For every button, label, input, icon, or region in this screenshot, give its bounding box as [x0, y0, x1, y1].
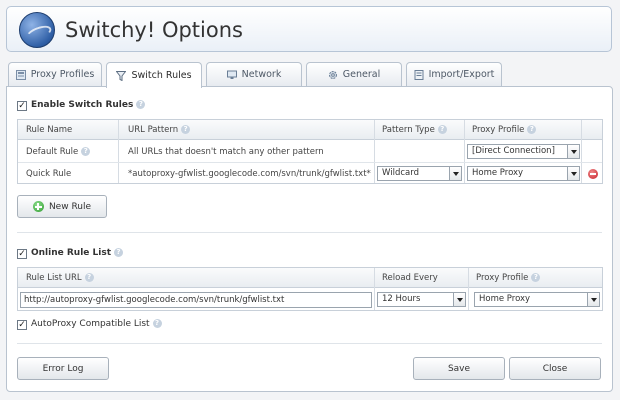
- column-header-rule-list-url: Rule List URL?: [26, 273, 94, 283]
- quick-rule-pattern-type-select[interactable]: Wildcard: [377, 166, 462, 181]
- rule-name-default: Default Rule?: [26, 147, 91, 157]
- tab-label: Switch Rules: [131, 70, 192, 81]
- chevron-down-icon: [567, 145, 579, 158]
- help-icon[interactable]: ?: [527, 125, 537, 134]
- switch-rules-table: Rule Name URL Pattern? Pattern Type? Pro…: [17, 119, 603, 184]
- autoproxy-compatible-checkbox[interactable]: ✓: [17, 320, 27, 330]
- column-header-proxy-profile: Proxy Profile?: [476, 273, 541, 283]
- column-header-text: Rule List URL: [26, 273, 82, 283]
- quick-rule-profile-select[interactable]: Home Proxy: [467, 166, 580, 181]
- help-icon[interactable]: ?: [437, 125, 447, 134]
- divider: [17, 232, 602, 233]
- column-header-pattern-type: Pattern Type?: [382, 125, 447, 135]
- tab-switch-rules[interactable]: Switch Rules: [106, 62, 202, 88]
- online-list-profile-select[interactable]: Home Proxy: [474, 292, 600, 307]
- tab-import-export[interactable]: Import/Export: [406, 62, 502, 86]
- enable-switch-rules-label: Enable Switch Rules?: [31, 100, 146, 110]
- column-header-text: Proxy Profile: [472, 125, 525, 135]
- add-icon: [32, 201, 44, 212]
- delete-rule-icon[interactable]: [588, 169, 598, 179]
- tab-proxy-profiles[interactable]: Proxy Profiles: [8, 62, 102, 86]
- save-button[interactable]: Save: [413, 357, 505, 380]
- help-icon[interactable]: ?: [531, 273, 541, 282]
- autoproxy-compatible-label: AutoProxy Compatible List?: [31, 319, 162, 329]
- app-header: Switchy! Options: [6, 6, 612, 52]
- rule-pattern-default: All URLs that doesn't match any other pa…: [128, 147, 324, 157]
- column-header-text: Pattern Type: [382, 125, 435, 135]
- online-rule-list-checkbox[interactable]: ✓: [17, 249, 27, 259]
- column-header-rule-name: Rule Name: [26, 125, 73, 135]
- online-rule-list-text: Online Rule List: [31, 248, 112, 258]
- app-title: Switchy! Options: [65, 18, 243, 42]
- import-export-icon: [414, 69, 424, 80]
- chevron-down-icon: [587, 293, 599, 306]
- tab-label: General: [342, 69, 381, 80]
- funnel-icon: [115, 70, 127, 81]
- switch-rules-panel: ✓ Enable Switch Rules? Rule Name URL Pat…: [6, 86, 613, 392]
- reload-every-select[interactable]: 12 Hours: [377, 292, 466, 307]
- column-header-text: URL Pattern: [128, 125, 179, 135]
- gear-icon: [328, 70, 338, 80]
- help-icon[interactable]: ?: [81, 147, 91, 156]
- select-value: Home Proxy: [479, 294, 531, 304]
- chevron-down-icon: [449, 167, 461, 180]
- online-rule-list-label: Online Rule List?: [31, 248, 124, 258]
- close-button[interactable]: Close: [509, 357, 601, 380]
- column-header-text: Proxy Profile: [476, 273, 529, 283]
- tab-label: Network: [241, 69, 282, 80]
- tab-network[interactable]: Network: [206, 62, 302, 86]
- select-value: Wildcard: [382, 168, 419, 178]
- network-icon: [226, 70, 237, 80]
- default-rule-profile-select[interactable]: [Direct Connection]: [467, 144, 580, 159]
- help-icon[interactable]: ?: [181, 125, 191, 134]
- table-header: Rule Name URL Pattern? Pattern Type? Pro…: [18, 120, 602, 140]
- tab-label: Import/Export: [428, 69, 495, 80]
- column-header-url-pattern: URL Pattern?: [128, 125, 191, 135]
- tab-label: Proxy Profiles: [30, 69, 95, 80]
- enable-switch-rules-checkbox[interactable]: ✓: [17, 101, 27, 111]
- new-rule-button[interactable]: New Rule: [17, 195, 107, 218]
- new-rule-label: New Rule: [48, 201, 92, 212]
- chevron-down-icon: [453, 293, 465, 306]
- globe-logo-icon: [19, 12, 55, 48]
- rule-pattern-quick[interactable]: *autoproxy-gfwlist.googlecode.com/svn/tr…: [128, 169, 372, 179]
- autoproxy-compatible-text: AutoProxy Compatible List: [31, 319, 150, 329]
- online-rule-list-table: Rule List URL? Reload Every Proxy Profil…: [17, 267, 603, 311]
- column-header-proxy-profile: Proxy Profile?: [472, 125, 537, 135]
- error-log-button[interactable]: Error Log: [17, 357, 109, 380]
- tab-general[interactable]: General: [306, 62, 402, 86]
- rule-name-text: Default Rule: [26, 147, 79, 157]
- chevron-down-icon: [567, 167, 579, 180]
- select-value: 12 Hours: [382, 294, 421, 304]
- select-value: Home Proxy: [472, 168, 524, 178]
- help-icon[interactable]: ?: [136, 100, 146, 109]
- help-icon[interactable]: ?: [84, 273, 94, 282]
- divider: [17, 343, 602, 344]
- rule-name-quick[interactable]: Quick Rule: [26, 169, 71, 179]
- column-header-reload-every: Reload Every: [382, 273, 438, 283]
- select-value: [Direct Connection]: [472, 146, 555, 156]
- proxy-profiles-icon: [15, 69, 26, 80]
- enable-switch-rules-text: Enable Switch Rules: [31, 100, 134, 110]
- table-header: Rule List URL? Reload Every Proxy Profil…: [18, 268, 602, 288]
- help-icon[interactable]: ?: [114, 248, 124, 257]
- help-icon[interactable]: ?: [152, 319, 162, 328]
- rule-list-url-input[interactable]: http://autoproxy-gfwlist.googlecode.com/…: [20, 292, 372, 308]
